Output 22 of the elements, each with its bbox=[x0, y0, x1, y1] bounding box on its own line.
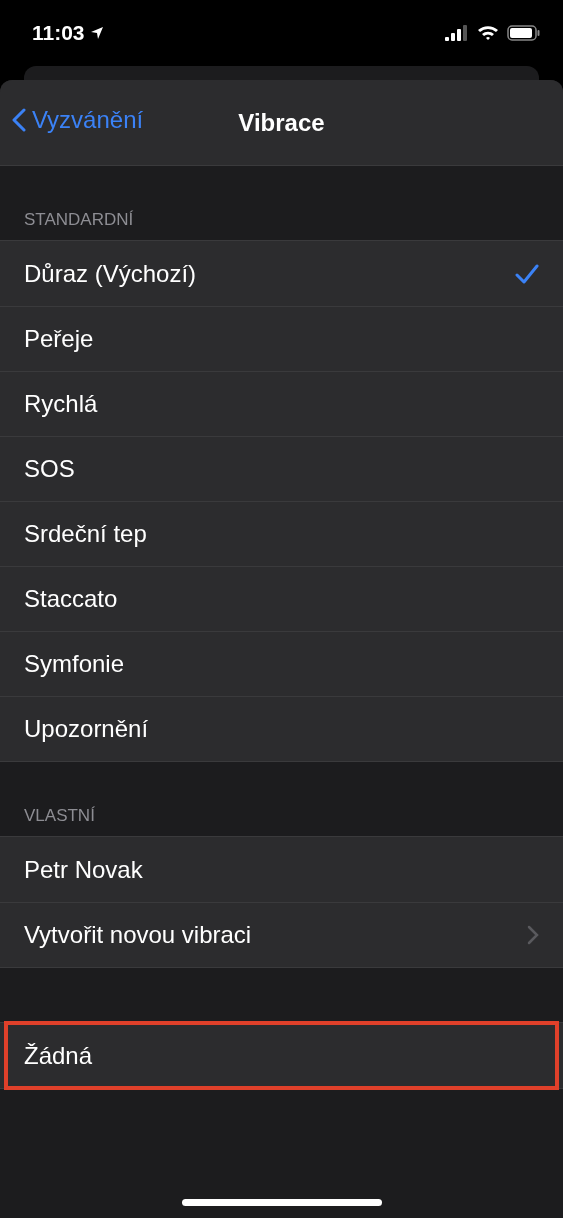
section-header: VLASTNÍ bbox=[23, 805, 96, 827]
battery-icon bbox=[507, 25, 541, 41]
list-row[interactable]: Důraz (Výchozí) bbox=[0, 241, 563, 306]
list-row[interactable]: Vytvořit novou vibraci bbox=[0, 902, 563, 967]
signal-icon bbox=[445, 25, 469, 41]
highlighted-list-row[interactable]: Žádná bbox=[6, 1023, 557, 1088]
list-row[interactable]: Upozornění bbox=[0, 696, 563, 761]
section-header: STANDARDNÍ bbox=[23, 209, 135, 231]
back-chevron-icon bbox=[12, 108, 26, 132]
list-row[interactable]: Symfonie bbox=[0, 631, 563, 696]
wifi-icon bbox=[477, 25, 499, 41]
chevron-right-icon bbox=[527, 925, 539, 945]
back-button[interactable]: Vyzvánění bbox=[12, 106, 144, 134]
location-icon bbox=[89, 26, 104, 40]
list-row[interactable]: Srdeční tep bbox=[0, 501, 563, 566]
list-row[interactable]: SOS bbox=[0, 436, 563, 501]
list-row[interactable]: Rychlá bbox=[0, 371, 563, 436]
status-time: 11:03 bbox=[32, 21, 104, 45]
list-row[interactable]: Petr Novak bbox=[0, 837, 563, 902]
screen-title: Vibrace bbox=[238, 108, 325, 137]
list-row[interactable]: Peřeje bbox=[0, 306, 563, 371]
list-row[interactable]: Staccato bbox=[0, 566, 563, 631]
